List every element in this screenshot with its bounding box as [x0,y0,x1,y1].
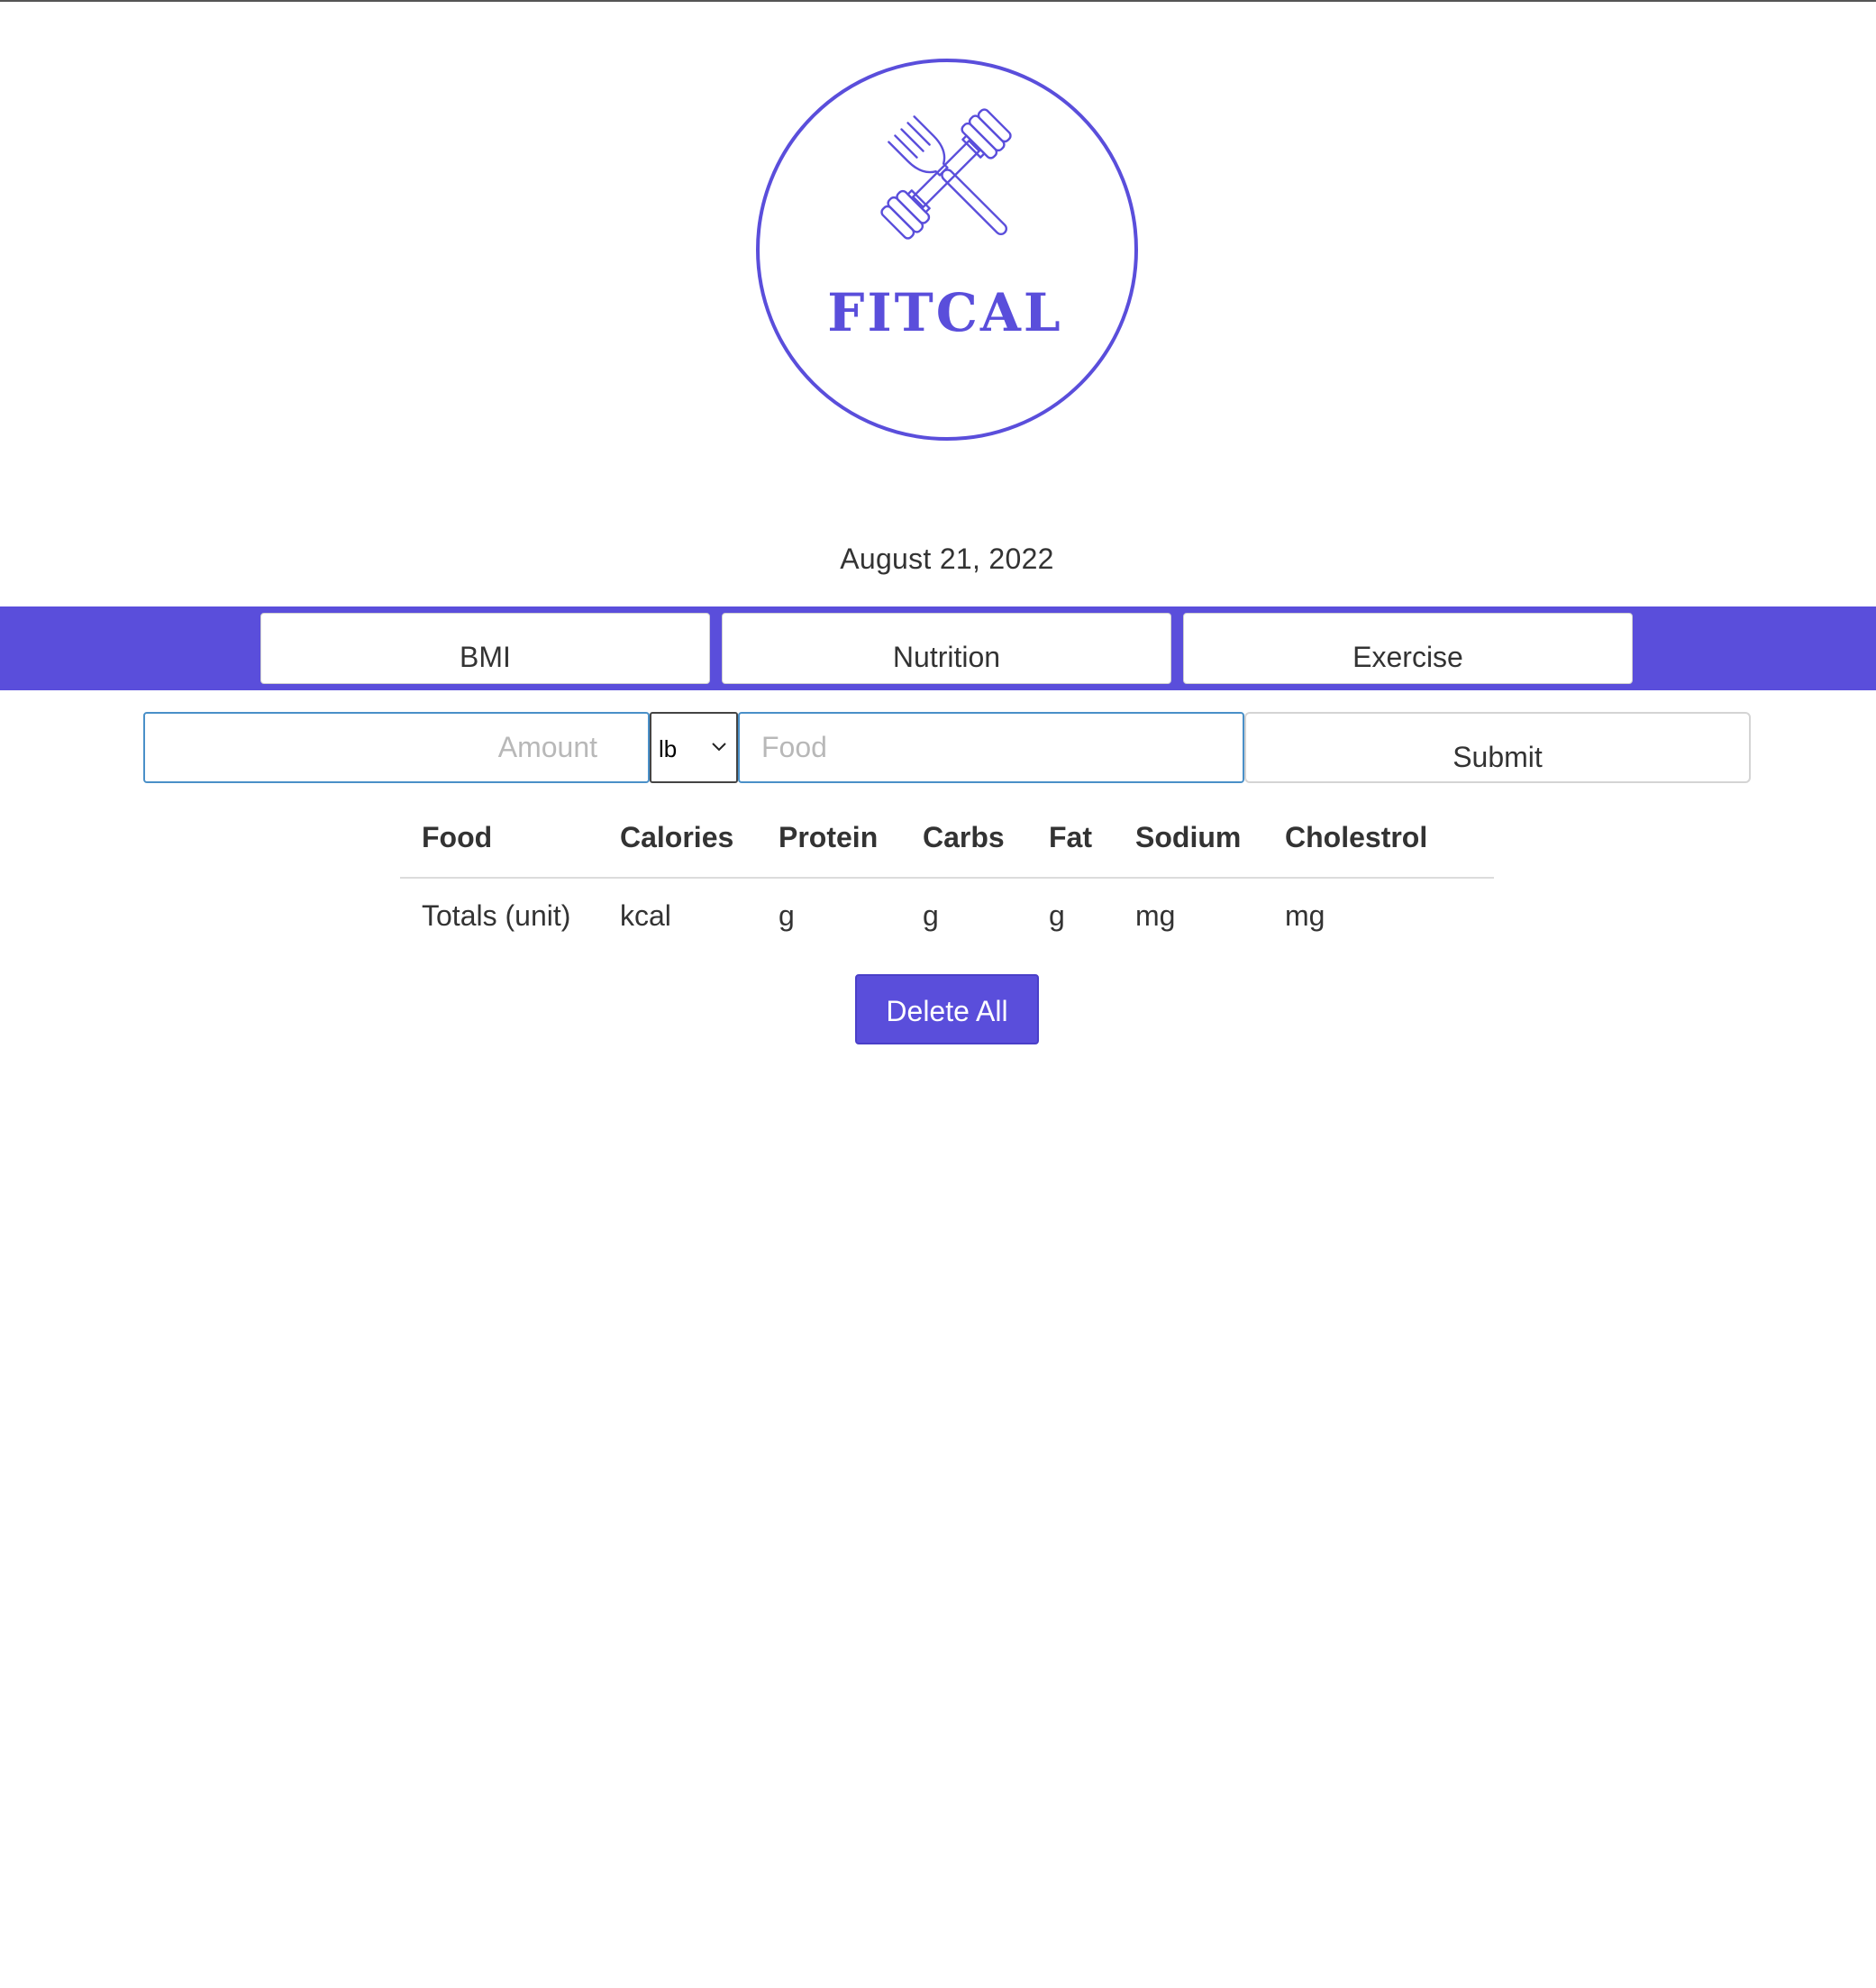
submit-button[interactable]: Submit [1244,712,1751,783]
column-header-cholestrol: Cholestrol [1263,798,1494,879]
top-rule [0,0,1876,2]
column-header-protein: Protein [757,798,901,879]
column-header-fat: Fat [1027,798,1114,879]
food-input[interactable] [738,712,1244,783]
nutrition-table: Food Calories Protein Carbs Fat Sodium C… [400,798,1494,953]
unit-select[interactable]: lb [650,712,738,783]
totals-protein-unit: g [779,898,795,932]
bmi-tab-button[interactable]: BMI [260,613,710,684]
unit-selected-value: lb [659,735,678,762]
delete-all-button[interactable]: Delete All [855,974,1039,1044]
fitcal-logo: FITCAL [754,57,1140,442]
totals-calories-unit: kcal [620,898,671,932]
exercise-tab-button[interactable]: Exercise [1183,613,1633,684]
current-date: August 21, 2022 [840,543,1054,575]
column-header-carbs: Carbs [901,798,1027,879]
column-header-calories: Calories [598,798,757,879]
nav-bar: BMI Nutrition Exercise [0,606,1876,690]
totals-cholestrol-unit: mg [1285,898,1325,932]
totals-fat-unit: g [1049,898,1065,932]
column-header-sodium: Sodium [1114,798,1263,879]
table-header-row: Food Calories Protein Carbs Fat Sodium C… [400,798,1494,879]
totals-sodium-unit: mg [1135,898,1176,932]
amount-input[interactable] [143,712,650,783]
chevron-down-icon [712,743,726,752]
nutrition-tab-button[interactable]: Nutrition [722,613,1171,684]
totals-label: Totals (unit) [422,898,571,932]
totals-row: Totals (unit) kcal g g g mg mg [400,878,1494,953]
column-header-food: Food [400,798,598,879]
totals-carbs-unit: g [923,898,939,932]
brand-name: FITCAL [827,282,1062,343]
